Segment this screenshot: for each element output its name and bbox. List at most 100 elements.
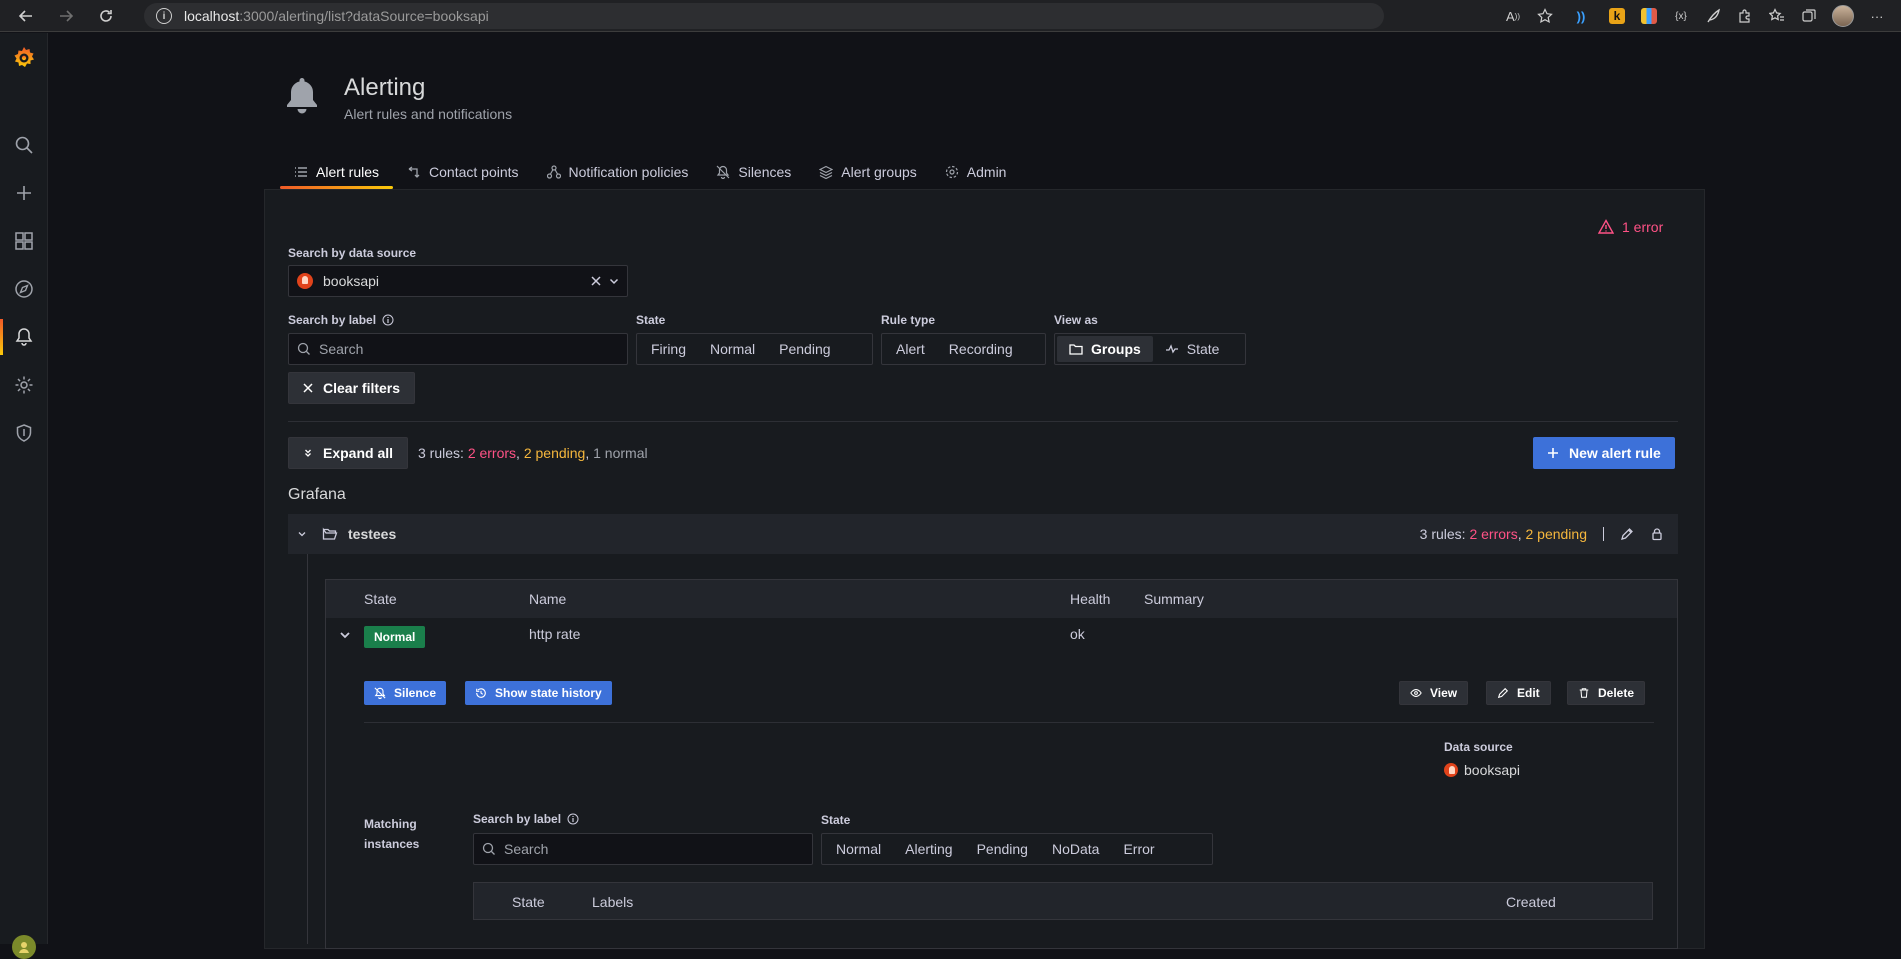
view-as-state[interactable]: State	[1153, 336, 1232, 362]
alerting-bell-icon[interactable]	[0, 317, 48, 357]
edit-button[interactable]: Edit	[1486, 681, 1551, 705]
layers-icon	[819, 165, 834, 179]
site-info-icon[interactable]: i	[156, 8, 172, 24]
state-filter-group: Firing Normal Pending	[636, 333, 873, 365]
read-aloud-icon[interactable]: A))	[1497, 3, 1529, 29]
button-label: Delete	[1598, 686, 1635, 700]
summary-sep: ,	[585, 445, 594, 461]
back-icon[interactable]	[12, 2, 40, 30]
instance-state-error[interactable]: Error	[1111, 836, 1166, 862]
tab-alert-groups[interactable]: Alert groups	[805, 155, 930, 189]
favorite-add-icon[interactable]	[1529, 3, 1561, 29]
collections-icon[interactable]	[1793, 3, 1825, 29]
view-button[interactable]: View	[1399, 681, 1469, 705]
prometheus-logo-icon	[297, 273, 313, 289]
separator	[1603, 527, 1604, 541]
rule-type-group: Alert Recording	[881, 333, 1046, 365]
state-badge-normal: Normal	[364, 626, 426, 648]
instance-state-pending[interactable]: Pending	[965, 836, 1040, 862]
pen-icon[interactable]	[1620, 527, 1634, 541]
instance-state-normal[interactable]: Normal	[824, 836, 893, 862]
state-option-normal[interactable]: Normal	[698, 336, 767, 362]
gear-icon[interactable]	[0, 365, 48, 405]
favorites-icon[interactable]	[1761, 3, 1793, 29]
tab-silences[interactable]: Silences	[702, 155, 805, 189]
table-row[interactable]: Normal http rate ok	[326, 618, 1677, 654]
datasource-select[interactable]: booksapi	[288, 265, 628, 297]
extensions-puzzle-icon[interactable]	[1729, 3, 1761, 29]
column-created: Created	[1506, 894, 1556, 910]
error-indicator[interactable]: 1 error	[1598, 219, 1663, 235]
extension-books-icon[interactable]	[1633, 3, 1665, 29]
tab-contact-points[interactable]: Contact points	[393, 155, 533, 189]
rule-type-alert[interactable]: Alert	[884, 336, 937, 362]
extension-braces-icon[interactable]: {x}	[1665, 3, 1697, 29]
delete-button[interactable]: Delete	[1567, 681, 1646, 705]
extension-feather-icon[interactable]	[1697, 3, 1729, 29]
browser-extensions: A)) )) k {x} ···	[1497, 3, 1893, 29]
side-menu	[0, 33, 48, 959]
details-divider	[364, 722, 1654, 723]
state-option-firing[interactable]: Firing	[639, 336, 698, 362]
info-circle-icon[interactable]	[382, 314, 394, 326]
heartbeat-icon	[1165, 344, 1178, 354]
bell-icon	[282, 75, 322, 115]
summary-errors: 2 errors	[467, 445, 517, 461]
tab-label: Alert rules	[316, 164, 380, 180]
label-search-input[interactable]: Search	[288, 333, 628, 365]
view-as-groups[interactable]: Groups	[1057, 336, 1153, 362]
url-path: :3000/alerting/list?dataSource=booksapi	[239, 8, 489, 24]
clear-filters-button[interactable]: Clear filters	[288, 372, 416, 404]
column-health: Health	[1070, 591, 1111, 607]
tab-notification-policies[interactable]: Notification policies	[533, 155, 703, 189]
lock-icon[interactable]	[1650, 527, 1664, 541]
tab-label: Contact points	[429, 164, 519, 180]
chevron-down-icon[interactable]	[609, 276, 619, 286]
search-icon[interactable]	[0, 125, 48, 165]
rule-group-row[interactable]: testees 3 rules: 2 errors, 2 pending	[288, 514, 1678, 554]
tab-label: Alert groups	[841, 164, 917, 180]
column-summary: Summary	[1144, 591, 1204, 607]
tab-admin[interactable]: Admin	[931, 155, 1021, 189]
chevron-down-icon[interactable]	[338, 628, 352, 642]
dashboards-icon[interactable]	[0, 221, 48, 261]
bell-slash-icon	[716, 165, 730, 179]
clear-x-icon[interactable]	[591, 276, 601, 286]
button-label: Expand all	[323, 445, 394, 461]
explore-compass-icon[interactable]	[0, 269, 48, 309]
matching-instances-label: Matching instances	[364, 817, 420, 851]
instance-state-alerting[interactable]: Alerting	[893, 836, 964, 862]
tab-alert-rules[interactable]: Alert rules	[280, 155, 394, 189]
summary-prefix: 3 rules:	[1419, 526, 1470, 542]
warning-triangle-icon	[1598, 219, 1614, 234]
history-icon	[476, 688, 486, 698]
user-avatar[interactable]	[12, 935, 36, 959]
button-label: Show state history	[495, 686, 602, 700]
rule-type-recording[interactable]: Recording	[937, 336, 1025, 362]
instance-state-nodata[interactable]: NoData	[1040, 836, 1111, 862]
more-menu-icon[interactable]: ···	[1861, 3, 1893, 29]
state-option-pending[interactable]: Pending	[767, 336, 842, 362]
option-label: Groups	[1091, 341, 1141, 357]
profile-avatar[interactable]	[1825, 3, 1861, 29]
forward-icon[interactable]	[52, 2, 80, 30]
folder-open-icon	[322, 526, 338, 542]
info-circle-icon[interactable]	[567, 813, 579, 825]
grafana-logo[interactable]	[0, 38, 48, 78]
pen-icon	[1497, 687, 1509, 699]
expand-all-button[interactable]: Expand all	[288, 437, 409, 469]
silence-button[interactable]: Silence	[364, 681, 447, 705]
instances-search-input[interactable]: Search	[473, 833, 813, 865]
search-icon	[297, 342, 310, 355]
tab-bar: Alert rules Contact points Notification …	[280, 155, 1020, 189]
show-state-history-button[interactable]: Show state history	[465, 681, 612, 705]
plus-icon[interactable]	[0, 173, 48, 213]
chevron-down-icon[interactable]	[296, 528, 308, 540]
reload-icon[interactable]	[92, 2, 120, 30]
extension-k-icon[interactable]: k	[1601, 3, 1633, 29]
extension-wave-icon[interactable]: ))	[1561, 3, 1601, 29]
address-bar[interactable]: i localhost:3000/alerting/list?dataSourc…	[144, 3, 1384, 29]
new-alert-rule-button[interactable]: New alert rule	[1533, 437, 1675, 469]
eye-icon	[1410, 689, 1422, 697]
shield-icon[interactable]	[0, 413, 48, 453]
